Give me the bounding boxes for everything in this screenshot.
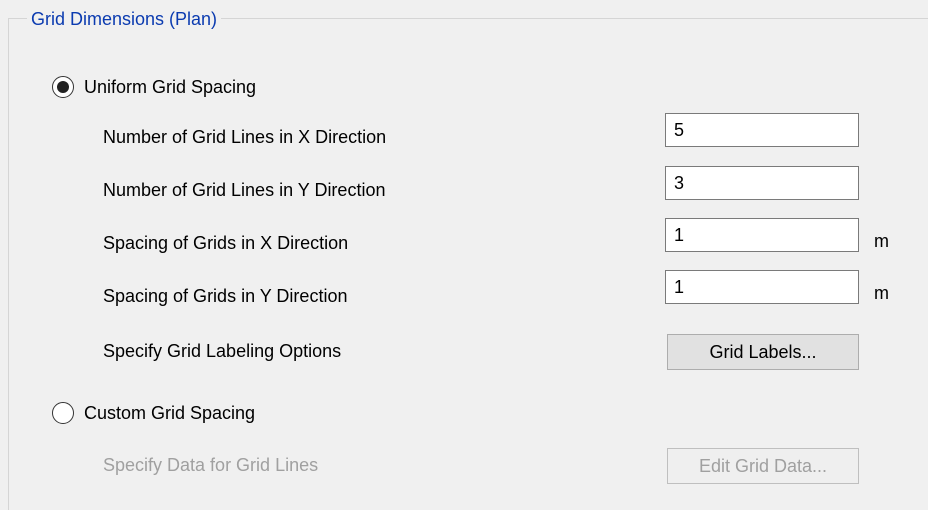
- grid-data-label: Specify Data for Grid Lines: [103, 455, 319, 475]
- grid-lines-y-input[interactable]: [665, 166, 859, 200]
- radio-unselected-icon[interactable]: [52, 402, 74, 424]
- edit-grid-data-button[interactable]: Edit Grid Data...: [667, 448, 859, 484]
- group-title: Grid Dimensions (Plan): [27, 8, 222, 30]
- spacing-x-input[interactable]: [665, 218, 859, 252]
- spacing-y-label: Spacing of Grids in Y Direction: [103, 286, 348, 306]
- radio-selected-icon[interactable]: [52, 76, 74, 98]
- spacing-x-label: Spacing of Grids in X Direction: [103, 233, 349, 253]
- custom-grid-spacing-label: Custom Grid Spacing: [84, 402, 256, 423]
- spacing-y-unit: m: [874, 283, 889, 303]
- grid-lines-y-label: Number of Grid Lines in Y Direction: [103, 180, 386, 200]
- grid-dimensions-panel: Grid Dimensions (Plan) Uniform Grid Spac…: [0, 0, 928, 510]
- spacing-y-input[interactable]: [665, 270, 859, 304]
- grid-lines-x-input[interactable]: [665, 113, 859, 147]
- grid-lines-x-label: Number of Grid Lines in X Direction: [103, 127, 387, 147]
- custom-grid-spacing-radio[interactable]: Custom Grid Spacing: [52, 399, 255, 427]
- grid-labeling-label: Specify Grid Labeling Options: [103, 341, 342, 361]
- uniform-grid-spacing-radio[interactable]: Uniform Grid Spacing: [52, 73, 256, 101]
- grid-labels-button[interactable]: Grid Labels...: [667, 334, 859, 370]
- uniform-grid-spacing-label: Uniform Grid Spacing: [84, 76, 257, 97]
- spacing-x-unit: m: [874, 231, 889, 251]
